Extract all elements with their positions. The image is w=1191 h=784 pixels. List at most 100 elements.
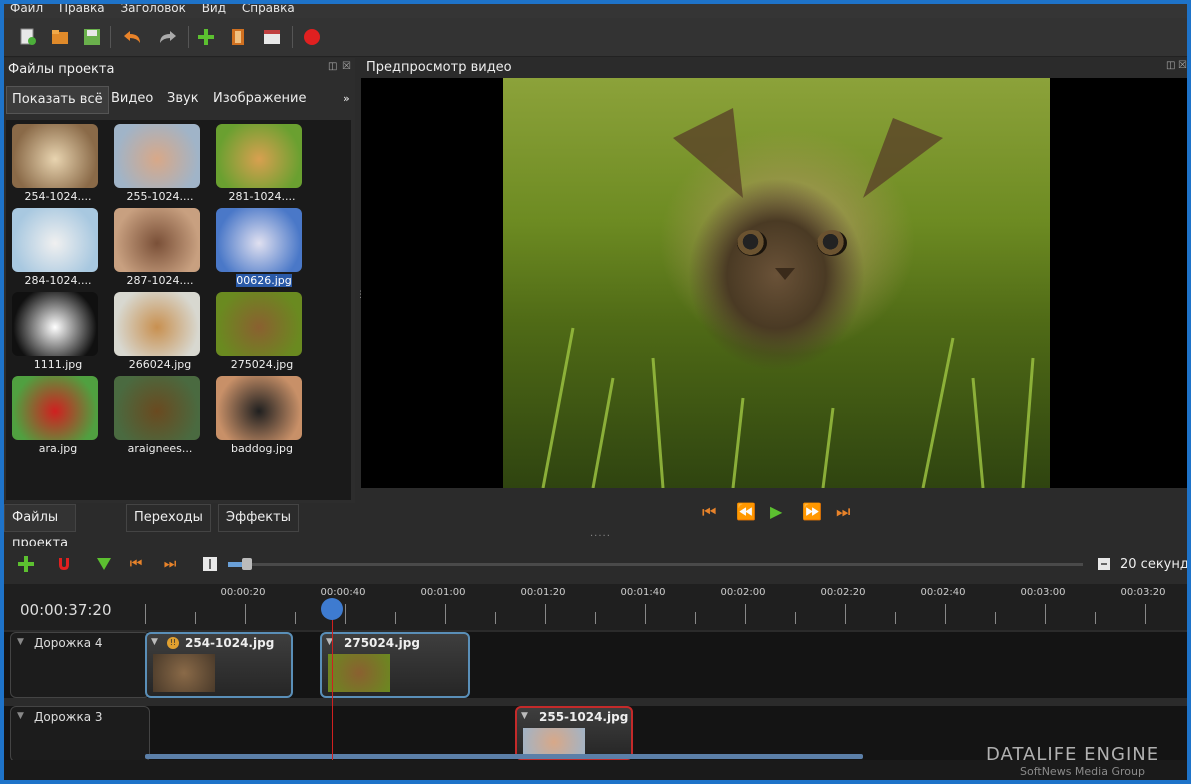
ruler-tick xyxy=(345,604,346,624)
ruler-tick-label: 00:00:20 xyxy=(220,587,266,598)
timeline-clip[interactable]: ▼ 275024.jpg xyxy=(320,632,470,698)
jump-start-button[interactable]: ⏮ xyxy=(702,502,716,522)
ruler-tick xyxy=(245,604,246,624)
tab-project-files[interactable]: Файлы проекта xyxy=(4,504,77,551)
filter-show-all[interactable]: Показать всё xyxy=(6,86,109,114)
open-project-button[interactable] xyxy=(50,27,70,47)
zoom-icon xyxy=(1098,558,1110,570)
ruler-tick-label: 00:03:00 xyxy=(1020,587,1066,598)
tab-effects[interactable]: Эффекты xyxy=(218,504,299,532)
file-name: 00626.jpg xyxy=(236,274,292,287)
clip-label: 255-1024.jpg xyxy=(539,710,629,724)
file-thumbnail[interactable]: 284-1024.... xyxy=(8,206,106,290)
file-name: 275024.jpg xyxy=(230,358,294,371)
fast-forward-button[interactable]: ⏩ xyxy=(802,502,822,521)
collapse-icon[interactable]: ▼ xyxy=(17,637,24,647)
plus-icon xyxy=(18,556,34,572)
previous-marker-button[interactable]: ⏮ xyxy=(126,554,146,574)
collapse-icon[interactable]: ▼ xyxy=(17,711,24,721)
file-thumbnail[interactable]: 255-1024.... xyxy=(110,122,208,206)
marker-icon xyxy=(97,558,111,570)
preview-float-icon[interactable]: ◫ xyxy=(1166,60,1175,71)
file-name: 1111.jpg xyxy=(33,358,83,371)
ruler-tick xyxy=(195,612,196,624)
file-name: 281-1024.... xyxy=(228,190,296,203)
zoom-slider-track[interactable] xyxy=(228,563,1083,566)
export-video-button[interactable] xyxy=(302,27,322,47)
file-thumbnail[interactable]: baddog.jpg xyxy=(212,374,310,458)
menu-edit[interactable]: Правка xyxy=(59,0,105,16)
file-thumbnail[interactable]: araignees... xyxy=(110,374,208,458)
menu-bar: Файл Правка Заголовок Вид Справка xyxy=(4,0,1187,18)
filter-audio[interactable]: Звук xyxy=(162,86,204,112)
play-button[interactable]: ▶ xyxy=(770,502,782,521)
ruler-tick xyxy=(295,612,296,624)
file-preview-image xyxy=(114,376,200,440)
preview-close-icon[interactable]: ☒ xyxy=(1178,60,1187,71)
ruler-tick xyxy=(445,604,446,624)
panel-close-icon[interactable]: ☒ xyxy=(342,61,351,72)
file-thumbnail[interactable]: 281-1024.... xyxy=(212,122,310,206)
ruler-tick xyxy=(1045,604,1046,624)
file-thumbnail[interactable]: 266024.jpg xyxy=(110,290,208,374)
preview-title: Предпросмотр видео xyxy=(366,60,512,75)
file-thumbnail[interactable]: 254-1024.... xyxy=(8,122,106,206)
import-files-button[interactable] xyxy=(196,27,216,47)
new-file-icon xyxy=(20,28,36,45)
clip-menu-icon[interactable]: ▼ xyxy=(151,637,158,647)
ruler-tick-label: 00:03:20 xyxy=(1120,587,1166,598)
next-marker-button[interactable]: ⏭ xyxy=(160,554,180,574)
file-grid: 254-1024.... 255-1024.... 281-1024.... 284-… xyxy=(6,120,351,500)
clip-menu-icon[interactable]: ▼ xyxy=(521,711,528,721)
file-thumbnail[interactable]: 1111.jpg xyxy=(8,290,106,374)
menu-title[interactable]: Заголовок xyxy=(120,0,185,16)
center-timeline-button[interactable] xyxy=(200,554,220,574)
timeline-clip[interactable]: ▼ 255-1024.jpg xyxy=(515,706,633,760)
timeline-clip[interactable]: ▼ !! 254-1024.jpg xyxy=(145,632,293,698)
snap-toggle-button[interactable] xyxy=(54,554,74,574)
more-filters-button[interactable]: » xyxy=(338,86,355,112)
redo-button[interactable] xyxy=(158,27,178,47)
undo-button[interactable] xyxy=(122,27,142,47)
next-marker-icon: ⏭ xyxy=(163,556,177,572)
zoom-slider-fill xyxy=(228,562,242,567)
menu-view[interactable]: Вид xyxy=(202,0,226,16)
playhead-handle[interactable] xyxy=(321,598,343,620)
zoom-slider-handle[interactable] xyxy=(242,558,252,570)
filter-image[interactable]: Изображение xyxy=(208,86,311,112)
filter-bar: Показать всё Видео Звук Изображение » xyxy=(6,86,355,114)
file-thumbnail[interactable]: 287-1024.... xyxy=(110,206,208,290)
add-track-button[interactable] xyxy=(16,554,36,574)
ruler-tick xyxy=(745,604,746,624)
fullscreen-button[interactable] xyxy=(262,27,282,47)
watermark: DATALIFE ENGINE SoftNews Media Group xyxy=(986,744,1159,778)
file-thumbnail[interactable]: ara.jpg xyxy=(8,374,106,458)
file-thumbnail[interactable]: 275024.jpg xyxy=(212,290,310,374)
save-project-button[interactable] xyxy=(82,27,102,47)
zoom-icon-box xyxy=(1094,554,1114,574)
plus-icon xyxy=(198,29,214,45)
rewind-button[interactable]: ⏪ xyxy=(736,502,756,521)
center-icon xyxy=(203,557,217,571)
save-icon xyxy=(84,29,100,45)
profile-button[interactable] xyxy=(228,27,248,47)
splitter-dots[interactable]: ..... xyxy=(590,528,611,539)
tab-transitions[interactable]: Переходы xyxy=(126,504,211,532)
add-marker-button[interactable] xyxy=(94,554,114,574)
filter-video[interactable]: Видео xyxy=(106,86,158,112)
new-project-button[interactable] xyxy=(18,27,38,47)
ruler-tick xyxy=(695,612,696,624)
file-preview-image xyxy=(216,292,302,356)
jump-end-button[interactable]: ⏭ xyxy=(836,502,850,522)
menu-file[interactable]: Файл xyxy=(10,0,43,16)
file-name: 255-1024.... xyxy=(126,190,194,203)
panel-float-icon[interactable]: ◫ xyxy=(328,61,337,72)
menu-help[interactable]: Справка xyxy=(242,0,295,16)
ruler-tick xyxy=(545,604,546,624)
timeline-scrollbar[interactable] xyxy=(145,754,863,759)
ruler-tick-label: 00:02:40 xyxy=(920,587,966,598)
file-preview-image xyxy=(114,292,200,356)
ruler-tick xyxy=(795,612,796,624)
clip-label: 254-1024.jpg xyxy=(185,636,275,650)
file-thumbnail[interactable]: 00626.jpg xyxy=(212,206,310,290)
